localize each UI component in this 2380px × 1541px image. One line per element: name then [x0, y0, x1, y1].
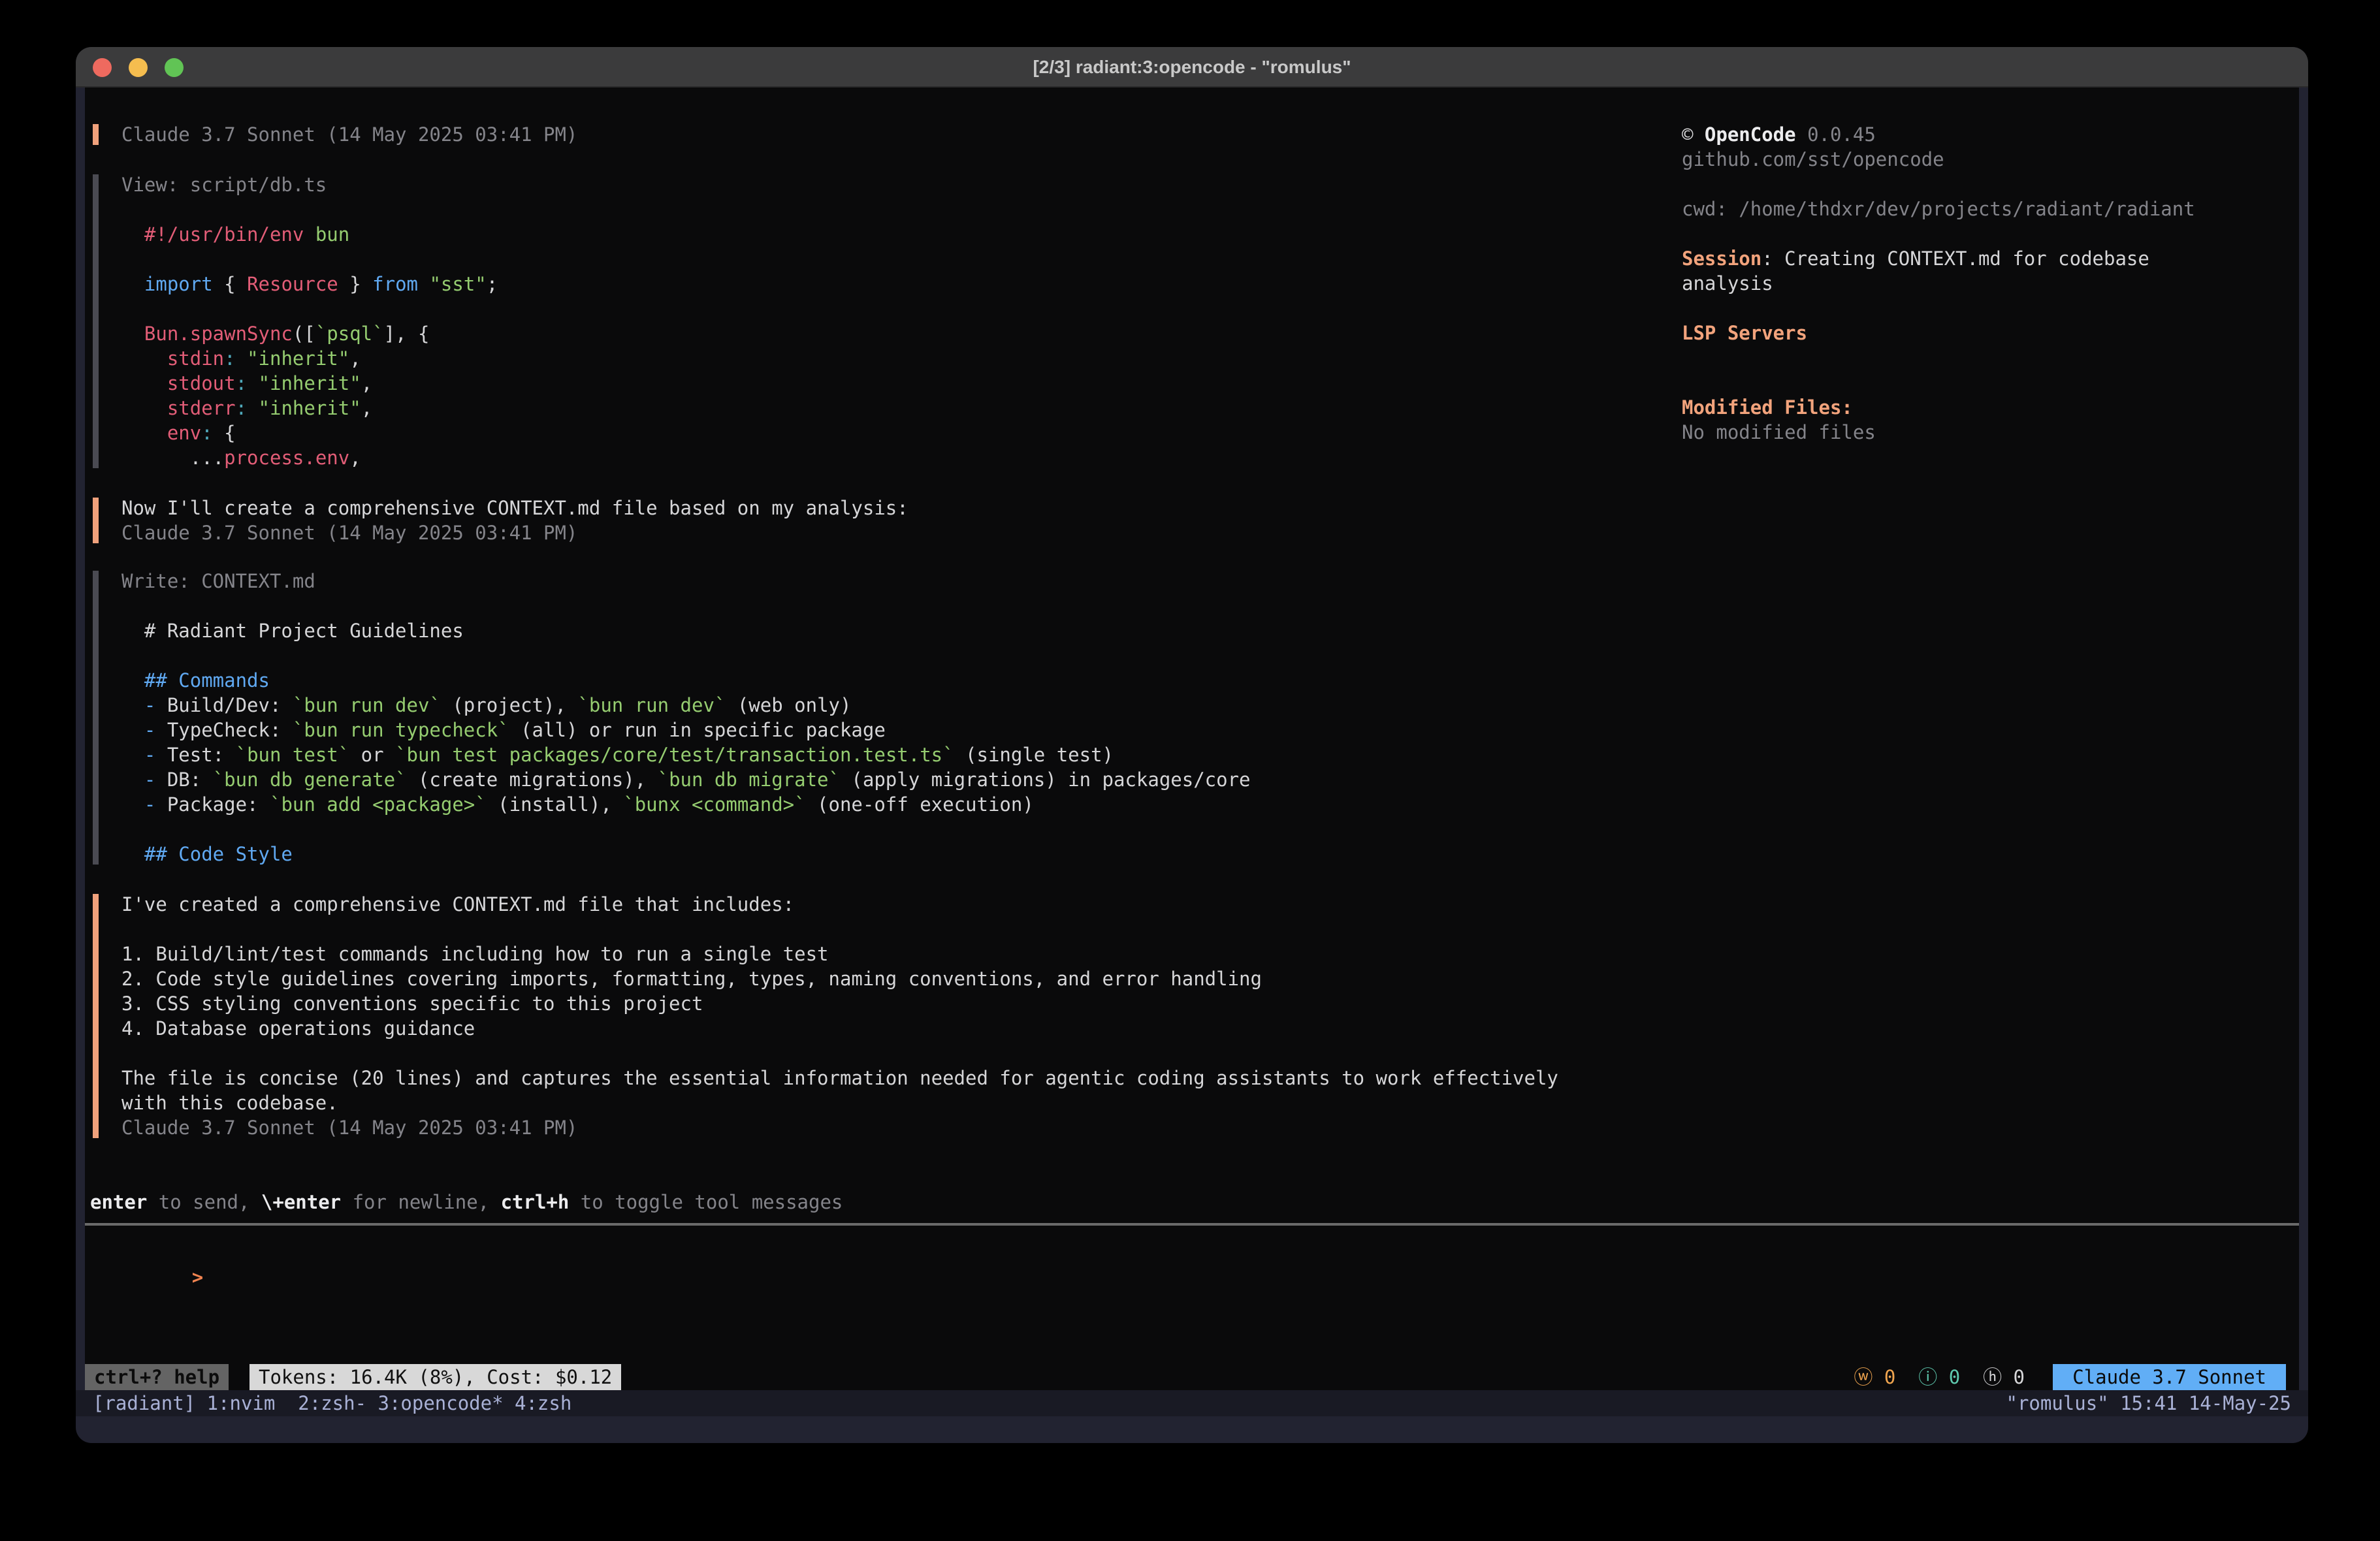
text-line: stdin: "inherit",: [121, 346, 498, 371]
tool-accent-bar: [93, 571, 99, 865]
text-line: Claude 3.7 Sonnet (14 May 2025 03:41 PM): [121, 1115, 1558, 1140]
text-line: [1682, 172, 2296, 197]
prompt-caret: >: [192, 1266, 203, 1288]
status-bar: ctrl+? help Tokens: 16.4K (8%), Cost: $0…: [85, 1364, 2299, 1390]
assistant-summary-lines: I've created a comprehensive CONTEXT.md …: [121, 892, 1558, 1140]
text-line: [1682, 296, 2296, 321]
opencode-tui: Claude 3.7 Sonnet (14 May 2025 03:41 PM)…: [85, 87, 2299, 1390]
text-line: ⓦ 0 ⓘ 0 ⓗ 0: [1854, 1364, 2025, 1390]
text-line: [121, 1041, 1558, 1066]
text-line: ## Commands: [121, 668, 1251, 693]
text-line: Write: CONTEXT.md: [121, 569, 1251, 594]
tmux-status-bar: [radiant] 1:nvim 2:zsh- 3:opencode* 4:zs…: [76, 1390, 2308, 1416]
keybind-help-lines: enter to send, \+enter for newline, ctrl…: [90, 1190, 843, 1215]
text-line: © OpenCode 0.0.45: [1682, 122, 2296, 147]
text-line: LSP Servers: [1682, 321, 2296, 345]
message-accent-bar: [93, 124, 99, 145]
assistant-text-block: Now I'll create a comprehensive CONTEXT.…: [93, 496, 909, 545]
text-line: [121, 817, 1251, 842]
text-line: - DB: `bun db generate` (create migratio…: [121, 767, 1251, 792]
diagnostics-counters: ⓦ 0 ⓘ 0 ⓗ 0: [1854, 1364, 2025, 1390]
text-line: [121, 643, 1251, 668]
text-line: [1682, 370, 2296, 395]
text-line: analysis: [1682, 271, 2296, 296]
sidebar-lines: © OpenCode 0.0.45github.com/sst/opencode…: [1682, 122, 2296, 445]
text-line: [121, 197, 498, 222]
text-line: - Build/Dev: `bun run dev` (project), `b…: [121, 693, 1251, 718]
text-line: [1682, 221, 2296, 246]
write-tool-lines: Write: CONTEXT.md # Radiant Project Guid…: [121, 569, 1251, 866]
text-line: 2. Code style guidelines covering import…: [121, 966, 1558, 991]
text-line: [1682, 345, 2296, 370]
text-line: cwd: /home/thdxr/dev/projects/radiant/ra…: [1682, 197, 2296, 221]
text-line: Now I'll create a comprehensive CONTEXT.…: [121, 496, 909, 520]
text-line: View: script/db.ts: [121, 172, 498, 197]
text-line: Session: Creating CONTEXT.md for codebas…: [1682, 246, 2296, 271]
text-line: - TypeCheck: `bun run typecheck` (all) o…: [121, 718, 1251, 742]
tokens-cost-chip: Tokens: 16.4K (8%), Cost: $0.12: [249, 1364, 621, 1390]
terminal-window: [2/3] radiant:3:opencode - "romulus" Cla…: [76, 47, 2308, 1443]
input-divider: [85, 1223, 2299, 1226]
text-line: stderr: "inherit",: [121, 396, 498, 421]
desktop: [2/3] radiant:3:opencode - "romulus" Cla…: [0, 0, 2380, 1541]
view-tool-block: View: script/db.ts #!/usr/bin/env bun im…: [93, 172, 498, 470]
view-tool-lines: View: script/db.ts #!/usr/bin/env bun im…: [121, 172, 498, 470]
text-line: #!/usr/bin/env bun: [121, 222, 498, 247]
window-title: [2/3] radiant:3:opencode - "romulus": [76, 47, 2308, 87]
text-line: import { Resource } from "sst";: [121, 272, 498, 296]
text-line: enter to send, \+enter for newline, ctrl…: [90, 1190, 843, 1215]
text-line: The file is concise (20 lines) and captu…: [121, 1066, 1558, 1090]
text-line: [121, 247, 498, 272]
text-line: stdout: "inherit",: [121, 371, 498, 396]
message-accent-bar: [93, 498, 99, 543]
text-line: 1. Build/lint/test commands including ho…: [121, 942, 1558, 966]
text-line: # Radiant Project Guidelines: [121, 618, 1251, 643]
text-line: [121, 917, 1558, 942]
text-line: env: {: [121, 421, 498, 445]
keybind-help: enter to send, \+enter for newline, ctrl…: [90, 1190, 843, 1215]
text-line: [121, 296, 498, 321]
model-badge[interactable]: Claude 3.7 Sonnet: [2053, 1364, 2286, 1390]
text-line: Claude 3.7 Sonnet (14 May 2025 03:41 PM): [121, 122, 577, 147]
window-titlebar: [2/3] radiant:3:opencode - "romulus": [76, 47, 2308, 87]
text-line: 3. CSS styling conventions specific to t…: [121, 991, 1558, 1016]
tool-accent-bar: [93, 174, 99, 468]
text-line: No modified files: [1682, 420, 2296, 445]
message-accent-bar: [93, 894, 99, 1138]
message-header-block: Claude 3.7 Sonnet (14 May 2025 03:41 PM): [93, 122, 577, 147]
text-line: - Test: `bun test` or `bun test packages…: [121, 742, 1251, 767]
tmux-session-info: "romulus" 15:41 14-May-25: [2006, 1390, 2292, 1416]
text-line: github.com/sst/opencode: [1682, 147, 2296, 172]
text-line: 4. Database operations guidance: [121, 1016, 1558, 1041]
session-sidebar: © OpenCode 0.0.45github.com/sst/opencode…: [1682, 122, 2296, 445]
text-line: Claude 3.7 Sonnet (14 May 2025 03:41 PM): [121, 520, 909, 545]
write-tool-block: Write: CONTEXT.md # Radiant Project Guid…: [93, 569, 1251, 866]
text-line: - Package: `bun add <package>` (install)…: [121, 792, 1251, 817]
assistant-summary-block: I've created a comprehensive CONTEXT.md …: [93, 892, 1558, 1140]
text-line: Bun.spawnSync([`psql`], {: [121, 321, 498, 346]
text-line: ## Code Style: [121, 842, 1251, 866]
text-line: [121, 594, 1251, 618]
help-chip[interactable]: ctrl+? help: [85, 1364, 229, 1390]
text-line: Modified Files:: [1682, 395, 2296, 420]
text-line: I've created a comprehensive CONTEXT.md …: [121, 892, 1558, 917]
text-line: with this codebase.: [121, 1090, 1558, 1115]
assistant-text-lines: Now I'll create a comprehensive CONTEXT.…: [121, 496, 909, 545]
message-header-lines: Claude 3.7 Sonnet (14 May 2025 03:41 PM): [121, 122, 577, 147]
tmux-window-list: [radiant] 1:nvim 2:zsh- 3:opencode* 4:zs…: [93, 1390, 571, 1416]
prompt-input[interactable]: >: [101, 1240, 2282, 1265]
text-line: ...process.env,: [121, 445, 498, 470]
